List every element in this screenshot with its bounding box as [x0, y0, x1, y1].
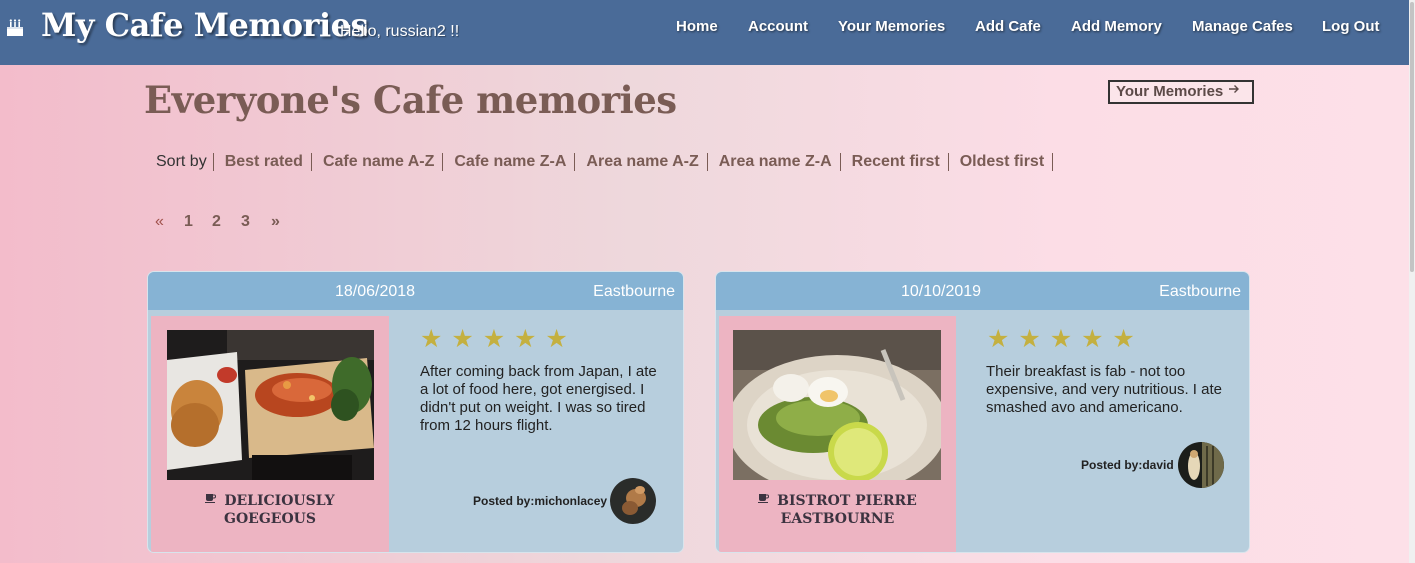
divider — [442, 153, 444, 171]
nav-your-memories[interactable]: Your Memories — [838, 18, 945, 38]
nav-add-cafe[interactable]: Add Cafe — [975, 18, 1041, 38]
memory-card-header: 10/10/2019 Eastbourne — [716, 272, 1249, 310]
page-scrollbar[interactable] — [1409, 0, 1415, 563]
sort-bar: Sort by Best rated Cafe name A-Z Cafe name … — [156, 153, 1064, 173]
memory-card-header: 18/06/2018 Eastbourne — [148, 272, 683, 310]
sort-best-rated[interactable]: Best rated — [225, 153, 303, 170]
avatar[interactable] — [610, 478, 656, 524]
memory-card: 18/06/2018 Eastbourne DELICIOUSLY GOEGEO… — [147, 271, 684, 553]
sort-recent-first[interactable]: Recent first — [852, 153, 940, 170]
memory-date: 10/10/2019 — [901, 283, 982, 300]
memory-cafe-name[interactable]: BISTROT PIERRE EASTBOURNE — [719, 491, 956, 528]
top-navbar: My Cafe Memories Hello, russian2 !! Home… — [0, 0, 1415, 65]
memory-card: 10/10/2019 Eastbourne BISTROT PIERRE EAS… — [715, 271, 1250, 553]
nav-add-memory[interactable]: Add Memory — [1071, 18, 1162, 38]
user-avatar-image — [610, 478, 656, 524]
nav-home[interactable]: Home — [676, 18, 718, 38]
nav-log-out[interactable]: Log Out — [1322, 18, 1379, 38]
divider — [574, 153, 576, 171]
divider — [212, 153, 214, 171]
memory-photo — [733, 330, 941, 480]
divider — [947, 153, 949, 171]
memory-area: Eastbourne — [1159, 283, 1241, 300]
memory-review-text: After coming back from Japan, I ate a lo… — [420, 363, 657, 434]
user-greeting: Hello, russian2 !! — [340, 23, 460, 40]
memory-area: Eastbourne — [593, 283, 675, 300]
memory-cafe-name-line1: DELICIOUSLY — [224, 493, 335, 509]
avatar[interactable] — [1178, 442, 1224, 488]
memory-cafe-panel: BISTROT PIERRE EASTBOURNE — [719, 316, 956, 552]
star-rating: ★ ★ ★ ★ ★ — [420, 325, 569, 353]
scrollbar-thumb[interactable] — [1410, 2, 1414, 272]
page-title: Everyone's Cafe memories — [144, 78, 677, 122]
nav-manage-cafes[interactable]: Manage Cafes — [1192, 18, 1293, 38]
sort-cafe-name-a-z[interactable]: Cafe name A-Z — [323, 153, 434, 170]
user-avatar-image — [1178, 442, 1224, 488]
sort-area-name-z-a[interactable]: Area name Z-A — [719, 153, 832, 170]
nav-account[interactable]: Account — [748, 18, 808, 38]
memory-posted-by: Posted by:david — [1081, 458, 1174, 472]
memory-posted-by: Posted by:michonlacey — [473, 494, 608, 508]
memory-date: 18/06/2018 — [335, 283, 416, 300]
sort-area-name-a-z[interactable]: Area name A-Z — [586, 153, 698, 170]
memory-cafe-name-line1: BISTROT PIERRE — [777, 493, 917, 509]
food-photo-image — [167, 330, 374, 480]
arrow-right-icon — [1229, 85, 1240, 93]
sort-cafe-name-z-a[interactable]: Cafe name Z-A — [454, 153, 566, 170]
pagination-page-1[interactable]: 1 — [184, 213, 193, 231]
memory-cafe-name-line2: GOEGEOUS — [224, 511, 316, 527]
star-rating: ★ ★ ★ ★ ★ — [987, 325, 1136, 353]
cake-icon — [7, 19, 23, 36]
food-photo-image — [733, 330, 941, 480]
divider — [310, 153, 312, 171]
divider — [706, 153, 708, 171]
pagination-page-3[interactable]: 3 — [241, 213, 250, 231]
coffee-cup-icon — [758, 491, 770, 509]
your-memories-button-label: Your Memories — [1116, 83, 1224, 100]
sort-oldest-first[interactable]: Oldest first — [960, 153, 1044, 170]
coffee-cup-icon — [205, 491, 217, 509]
sort-label: Sort by — [156, 153, 207, 171]
memory-cafe-name[interactable]: DELICIOUSLY GOEGEOUS — [151, 491, 389, 528]
site-title[interactable]: My Cafe Memories — [41, 6, 369, 44]
pagination-page-2[interactable]: 2 — [212, 213, 221, 231]
memory-cafe-panel: DELICIOUSLY GOEGEOUS — [151, 316, 389, 552]
your-memories-button[interactable]: Your Memories — [1108, 80, 1254, 104]
memory-photo — [167, 330, 374, 480]
divider — [1052, 153, 1054, 171]
memory-cafe-name-line2: EASTBOURNE — [780, 511, 895, 527]
divider — [839, 153, 841, 171]
memory-review-text: Their breakfast is fab - not too expensi… — [986, 363, 1222, 416]
pagination-next[interactable]: » — [271, 213, 280, 231]
pagination-prev[interactable]: « — [155, 213, 164, 231]
